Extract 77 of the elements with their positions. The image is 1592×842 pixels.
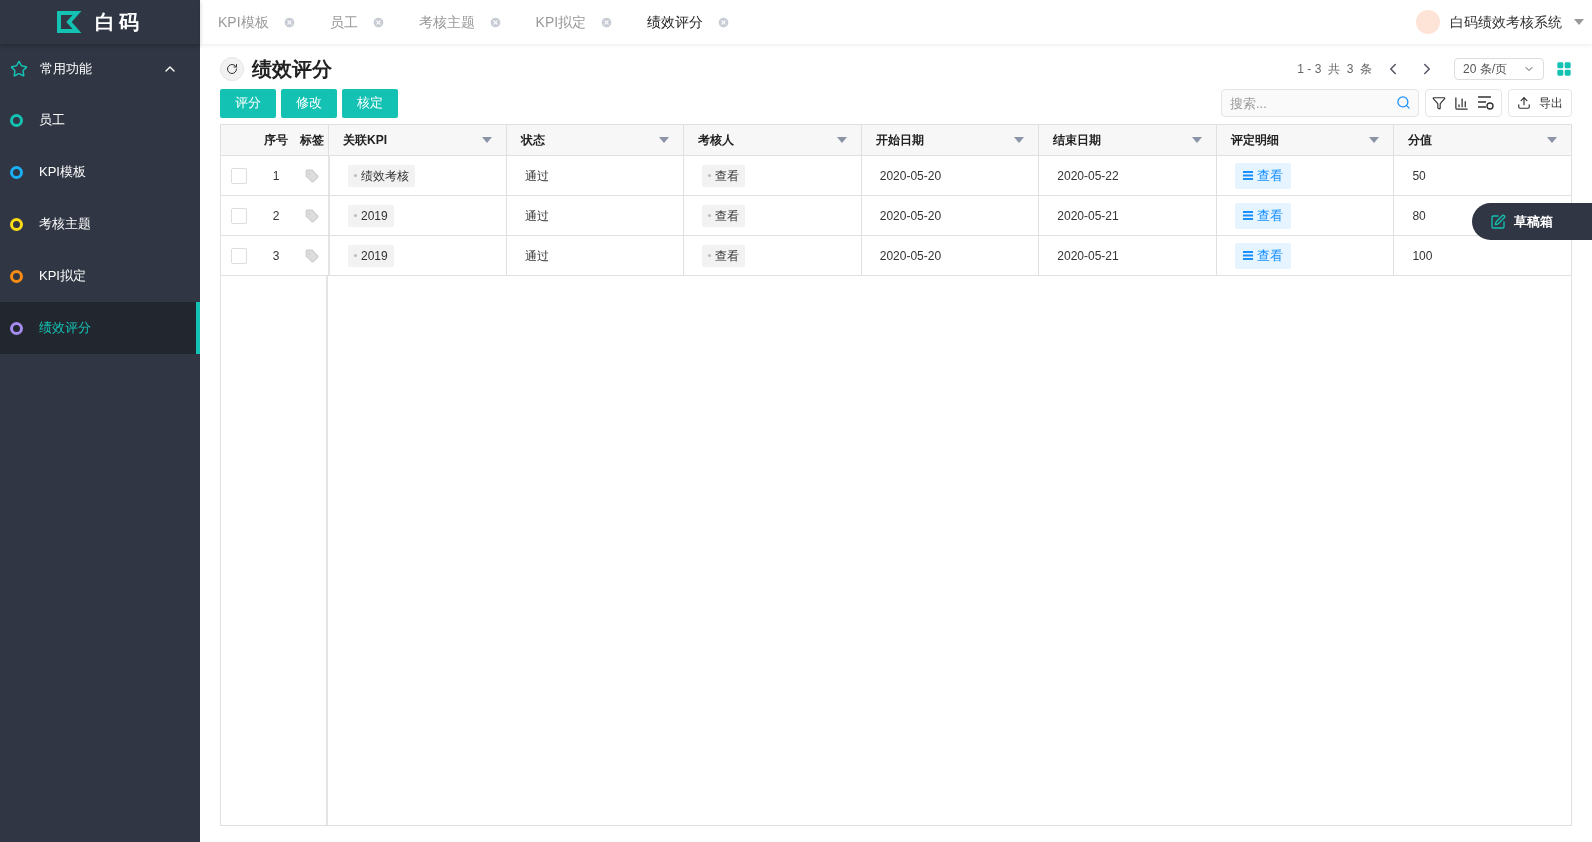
star-icon: [10, 60, 28, 78]
kpi-tag[interactable]: 绩效考核: [348, 164, 415, 187]
tag-icon[interactable]: [304, 208, 319, 223]
list-icon: [1242, 211, 1253, 220]
table-cell: 通过: [505, 196, 684, 235]
sidebar-item[interactable]: KPI拟定: [0, 250, 200, 302]
table-cell: 2020-05-20: [860, 196, 1039, 235]
pagination-range: 1 - 3 共 3 条: [1297, 61, 1372, 78]
table-cell: 2020-05-21: [1038, 196, 1216, 235]
list-icon: [1242, 171, 1253, 180]
table-cell: 50: [1393, 156, 1571, 195]
row-checkbox[interactable]: [231, 167, 247, 184]
sort-caret-icon[interactable]: [836, 137, 847, 143]
row-number: 1: [271, 167, 281, 185]
close-icon[interactable]: [488, 15, 502, 29]
sort-caret-icon[interactable]: [1191, 137, 1202, 143]
sidebar-item[interactable]: 绩效评分: [0, 302, 200, 354]
search-field[interactable]: 搜索...: [1221, 89, 1419, 117]
sort-caret-icon[interactable]: [481, 137, 492, 143]
search-icon[interactable]: [1396, 95, 1411, 110]
page-size-select[interactable]: 20 条/页: [1454, 58, 1544, 80]
logo-icon: [57, 11, 83, 33]
close-icon[interactable]: [600, 15, 614, 29]
dropdown-caret-icon[interactable]: [1574, 19, 1584, 25]
kpi-tag[interactable]: 2019: [348, 204, 394, 227]
close-icon[interactable]: [717, 15, 731, 29]
column-header[interactable]: 考核人: [683, 125, 861, 155]
column-header[interactable]: 评定明细: [1215, 125, 1394, 155]
sidebar-item[interactable]: 考核主题: [0, 198, 200, 250]
column-header[interactable]: 标签: [295, 125, 328, 155]
sidebar-item[interactable]: KPI模板: [0, 146, 200, 198]
row-checkbox[interactable]: [231, 207, 247, 224]
sort-caret-icon[interactable]: [1014, 137, 1025, 143]
column-header[interactable]: 结束日期: [1038, 125, 1216, 155]
tab[interactable]: 绩效评分: [629, 0, 747, 44]
list-icon: [1242, 251, 1253, 260]
page-title: 绩效评分: [252, 57, 332, 82]
view-tag[interactable]: 查看: [702, 244, 746, 267]
sidebar-item[interactable]: 员工: [0, 94, 200, 146]
menu-group-label: 常用功能: [40, 60, 93, 79]
close-icon[interactable]: [371, 15, 385, 29]
row-checkbox[interactable]: [231, 247, 247, 264]
tag-icon[interactable]: [304, 168, 319, 183]
table-cell: 2020-05-22: [1038, 156, 1216, 195]
view-tag[interactable]: 查看: [702, 204, 746, 227]
grid-view-icon[interactable]: [1556, 61, 1572, 77]
column-header[interactable]: 开始日期: [860, 125, 1039, 155]
bar-chart-icon[interactable]: [1454, 95, 1469, 111]
menu-group-header[interactable]: 常用功能: [0, 44, 200, 94]
sort-caret-icon[interactable]: [1369, 137, 1380, 143]
column-header[interactable]: 关联KPI: [328, 125, 506, 155]
user-name[interactable]: 白码绩效考核系统: [1450, 11, 1562, 33]
column-header[interactable]: 状态: [505, 125, 684, 155]
column-settings-icon[interactable]: [1477, 95, 1495, 111]
table-cell: 通过: [505, 236, 684, 275]
table-cell: 通过: [505, 156, 684, 195]
export-button[interactable]: 导出: [1508, 89, 1572, 117]
filter-icon[interactable]: [1432, 96, 1446, 110]
row-number: 3: [271, 247, 281, 265]
upload-icon: [1517, 96, 1531, 110]
refresh-icon: [226, 63, 238, 75]
draft-box-button[interactable]: 草稿箱: [1472, 203, 1592, 240]
sort-caret-icon[interactable]: [1547, 137, 1557, 143]
column-header[interactable]: 序号: [257, 125, 295, 155]
tag-icon[interactable]: [304, 248, 319, 263]
kpi-tag[interactable]: 2019: [348, 244, 394, 267]
table-cell: 2020-05-20: [860, 236, 1039, 275]
table-cell: 2020-05-21: [1038, 236, 1216, 275]
column-header[interactable]: 分值: [1393, 125, 1571, 155]
table-cell: 2020-05-20: [860, 156, 1039, 195]
sort-caret-icon[interactable]: [659, 137, 670, 143]
refresh-button[interactable]: [220, 57, 244, 81]
edit-icon: [1490, 213, 1506, 230]
close-icon[interactable]: [282, 15, 296, 29]
view-tag[interactable]: 查看: [702, 164, 746, 187]
row-number: 2: [271, 207, 281, 225]
logo-text: 白码: [95, 10, 143, 35]
